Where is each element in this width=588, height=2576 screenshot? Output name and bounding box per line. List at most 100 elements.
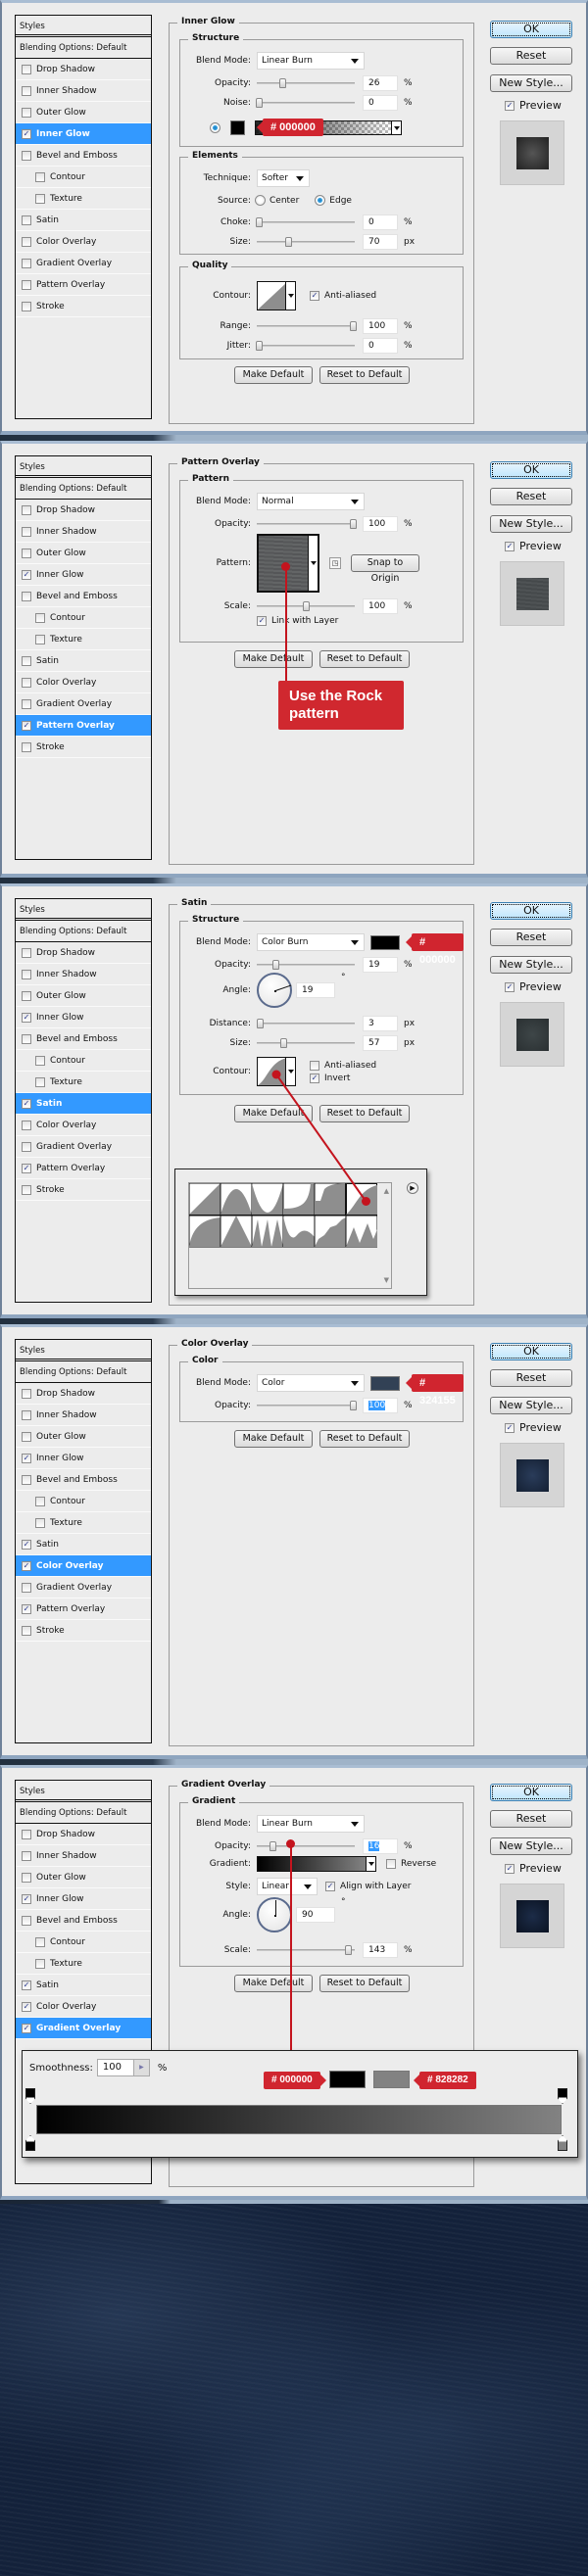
- ok-button[interactable]: OK: [490, 461, 572, 479]
- blend-mode-select[interactable]: Color: [257, 1374, 365, 1392]
- contour-picker[interactable]: [257, 1057, 296, 1086]
- preview-checkbox[interactable]: [505, 541, 514, 551]
- slider-thumb[interactable]: [350, 321, 357, 331]
- style-item-pattern-overlay[interactable]: Pattern Overlay: [16, 1158, 151, 1179]
- style-item-drop-shadow[interactable]: Drop Shadow: [16, 500, 151, 521]
- blend-mode-select[interactable]: Linear Burn: [257, 52, 365, 70]
- style-checkbox[interactable]: [35, 171, 45, 182]
- satin-color-swatch[interactable]: [370, 934, 400, 950]
- style-checkbox[interactable]: [22, 1980, 31, 1990]
- style-checkbox[interactable]: [22, 720, 31, 731]
- opacity-slider[interactable]: [257, 1841, 355, 1851]
- blending-options[interactable]: Blending Options: Default: [16, 1361, 151, 1383]
- style-checkbox[interactable]: [35, 1076, 45, 1087]
- style-item-outer-glow[interactable]: Outer Glow: [16, 102, 151, 123]
- slider-thumb[interactable]: [256, 98, 263, 108]
- contour-preset[interactable]: [314, 1215, 347, 1248]
- blend-mode-select[interactable]: Linear Burn: [257, 1815, 365, 1833]
- style-item-texture[interactable]: Texture: [16, 629, 151, 650]
- align-with-layer-checkbox[interactable]: [325, 1882, 335, 1891]
- contour-preset[interactable]: [282, 1183, 316, 1216]
- style-checkbox[interactable]: [22, 64, 31, 74]
- style-checkbox[interactable]: [22, 215, 31, 225]
- style-item-texture[interactable]: Texture: [16, 188, 151, 210]
- style-checkbox[interactable]: [22, 1163, 31, 1173]
- new-style-button[interactable]: New Style...: [490, 515, 572, 533]
- contour-preset[interactable]: [251, 1215, 284, 1248]
- style-item-drop-shadow[interactable]: Drop Shadow: [16, 1383, 151, 1405]
- style-item-bevel-and-emboss[interactable]: Bevel and Emboss: [16, 1469, 151, 1491]
- slider-thumb[interactable]: [270, 1841, 276, 1851]
- style-item-satin[interactable]: Satin: [16, 1534, 151, 1555]
- reset-button[interactable]: Reset: [490, 1810, 572, 1828]
- range-slider[interactable]: [257, 321, 357, 331]
- noise-input[interactable]: 0: [363, 95, 398, 111]
- style-checkbox[interactable]: [22, 591, 31, 601]
- opacity-slider[interactable]: [257, 78, 355, 88]
- style-checkbox[interactable]: [22, 1141, 31, 1152]
- style-checkbox[interactable]: [22, 741, 31, 752]
- reset-to-default-button[interactable]: Reset to Default: [319, 1975, 410, 1992]
- style-checkbox[interactable]: [22, 1033, 31, 1044]
- preview-checkbox[interactable]: [505, 100, 514, 111]
- blending-options[interactable]: Blending Options: Default: [16, 1802, 151, 1824]
- style-checkbox[interactable]: [35, 634, 45, 644]
- opacity-slider[interactable]: [257, 960, 355, 970]
- make-default-button[interactable]: Make Default: [234, 650, 313, 668]
- style-checkbox[interactable]: [22, 1012, 31, 1023]
- styles-header[interactable]: Styles: [16, 1340, 151, 1361]
- style-item-gradient-overlay[interactable]: Gradient Overlay: [16, 1136, 151, 1158]
- style-checkbox[interactable]: [22, 677, 31, 688]
- style-checkbox[interactable]: [22, 548, 31, 558]
- choke-slider[interactable]: [256, 217, 355, 227]
- style-checkbox[interactable]: [22, 1120, 31, 1130]
- style-item-stroke[interactable]: Stroke: [16, 1179, 151, 1201]
- invert-checkbox[interactable]: [310, 1073, 319, 1083]
- style-checkbox[interactable]: [22, 1539, 31, 1550]
- style-checkbox[interactable]: [22, 1625, 31, 1636]
- choke-input[interactable]: 0: [363, 215, 398, 230]
- gradient-bar[interactable]: [36, 2105, 562, 2134]
- preview-checkbox[interactable]: [505, 1422, 514, 1433]
- opacity-input[interactable]: 100: [363, 516, 398, 532]
- scale-slider[interactable]: [257, 1945, 355, 1955]
- smoothness-value[interactable]: 100: [97, 2060, 133, 2075]
- style-item-inner-shadow[interactable]: Inner Shadow: [16, 1845, 151, 1867]
- styles-header[interactable]: Styles: [16, 456, 151, 478]
- angle-input[interactable]: 90: [296, 1907, 335, 1923]
- chevron-down-icon[interactable]: [366, 1857, 375, 1871]
- source-edge-radio[interactable]: [315, 195, 326, 206]
- reset-to-default-button[interactable]: Reset to Default: [319, 366, 410, 384]
- style-checkbox[interactable]: [22, 990, 31, 1001]
- style-item-bevel-and-emboss[interactable]: Bevel and Emboss: [16, 1028, 151, 1050]
- style-item-inner-shadow[interactable]: Inner Shadow: [16, 964, 151, 985]
- style-item-texture[interactable]: Texture: [16, 1072, 151, 1093]
- opacity-stop-left-icon[interactable]: [25, 2088, 35, 2104]
- style-checkbox[interactable]: [22, 236, 31, 247]
- styles-header[interactable]: Styles: [16, 1781, 151, 1802]
- left-stop-color-swatch[interactable]: [329, 2071, 366, 2088]
- color-stop-left-icon[interactable]: [25, 2135, 35, 2151]
- blending-options[interactable]: Blending Options: Default: [16, 478, 151, 500]
- style-item-satin[interactable]: Satin: [16, 650, 151, 672]
- style-checkbox[interactable]: [35, 1936, 45, 1947]
- opacity-input[interactable]: 19: [363, 957, 398, 973]
- opacity-input[interactable]: 16: [363, 1838, 398, 1854]
- style-item-outer-glow[interactable]: Outer Glow: [16, 543, 151, 564]
- style-item-inner-shadow[interactable]: Inner Shadow: [16, 80, 151, 102]
- slider-thumb[interactable]: [256, 217, 263, 227]
- style-checkbox[interactable]: [22, 526, 31, 537]
- overlay-color-swatch[interactable]: [370, 1375, 400, 1391]
- style-item-pattern-overlay[interactable]: Pattern Overlay: [16, 715, 151, 737]
- style-item-color-overlay[interactable]: Color Overlay: [16, 231, 151, 253]
- style-item-satin[interactable]: Satin: [16, 1093, 151, 1115]
- style-item-stroke[interactable]: Stroke: [16, 737, 151, 758]
- slider-thumb[interactable]: [256, 341, 263, 351]
- style-checkbox[interactable]: [22, 279, 31, 290]
- style-checkbox[interactable]: [22, 655, 31, 666]
- distance-slider[interactable]: [257, 1019, 355, 1028]
- style-checkbox[interactable]: [22, 128, 31, 139]
- style-checkbox[interactable]: [35, 1496, 45, 1506]
- slider-thumb[interactable]: [285, 237, 292, 247]
- ok-button[interactable]: OK: [490, 902, 572, 920]
